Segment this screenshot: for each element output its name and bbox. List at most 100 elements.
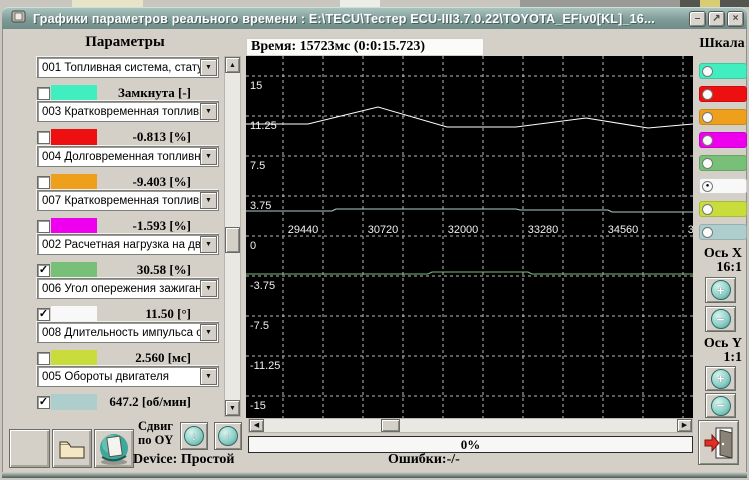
param-checkbox-002[interactable]: ✓ [37,264,50,277]
param-checkbox-007[interactable] [37,220,50,233]
scroll-left-button[interactable]: ◀ [249,419,264,432]
dropdown-arrow-icon[interactable]: ▼ [200,280,217,297]
vertical-scroll-thumb[interactable] [225,227,240,253]
scale-radio[interactable] [702,158,713,169]
y-axis-tick-label: 15 [250,80,262,92]
scale-swatch-row [699,155,747,171]
dropdown-arrow-icon[interactable]: ▼ [200,192,217,209]
scale-radio[interactable] [702,112,713,123]
dropdown-arrow-icon[interactable]: ▼ [200,368,217,385]
param-checkbox-006[interactable]: ✓ [37,308,50,321]
progress-bar: 0% [248,436,693,453]
scale-radio[interactable] [702,135,713,146]
window-title: Графики параметров реального времени : E… [33,12,687,26]
param-value-row: ✓ 647.2 [об/мин] [37,393,219,411]
param-select-label: 001 Топливная система, статус #1 [38,62,200,74]
x-axis-tick-label: 33280 [528,224,559,236]
param-select-008[interactable]: 008 Длительность импульса открыт ▼ [37,322,219,343]
x-axis-tick-label: 29440 [288,224,319,236]
window-icon [11,10,26,28]
chart-plot-area[interactable]: 1511.257.53.750-3.75-7.5-11.25-152944030… [246,56,693,418]
dropdown-arrow-icon[interactable]: ▼ [200,324,217,341]
errors-status: Ошибки:-/- [388,452,460,468]
param-select-005[interactable]: 005 Обороты двигателя ▼ [37,366,219,387]
shift-oy-label: Сдвиг по OY [138,419,180,447]
param-select-003[interactable]: 003 Кратковременная топливная ко ▼ [37,101,219,122]
param-checkbox-008[interactable] [37,352,50,365]
series-line-1 [246,209,693,212]
param-select-label: 003 Кратковременная топливная ко [38,106,200,118]
scale-radio[interactable] [702,66,713,77]
progress-value: 0% [461,437,481,453]
dropdown-arrow-icon[interactable]: ▼ [200,103,217,120]
series-line-0 [246,107,693,128]
minus-icon: − [711,309,731,329]
chart-horizontal-scrollbar[interactable]: ◀ ▶ [248,418,693,433]
axis-x-zoom-in-button[interactable]: + [705,277,736,303]
scale-swatch-row [699,132,747,148]
param-value: -0.813 [%] [97,129,219,145]
dropdown-arrow-icon[interactable]: ▼ [200,148,217,165]
shift-down-button[interactable]: ↓ [180,422,208,450]
plus-icon: + [711,369,731,389]
param-value-row: 2.560 [мс] [37,349,219,367]
shift-up-button[interactable]: ↑ [214,422,242,450]
param-value-row: -0.813 [%] [37,128,219,146]
param-select-002[interactable]: 002 Расчетная нагрузка на двигател ▼ [37,234,219,255]
dropdown-arrow-icon[interactable]: ▼ [200,236,217,253]
param-select-label: 004 Долговременная топливная кор [38,151,200,163]
down-arrow-icon: ↓ [184,426,204,446]
param-color-swatch [51,394,97,410]
param-value-row: ✓ 30.58 [%] [37,261,219,279]
exit-button[interactable] [698,420,739,465]
scale-swatch-row [699,224,747,240]
shift-label-line2: по OY [138,433,180,447]
param-checkbox-005[interactable]: ✓ [37,396,50,409]
param-color-swatch [51,218,97,234]
axis-x-zoom-out-button[interactable]: − [705,306,736,332]
y-axis-tick-label: 0 [250,240,256,252]
scale-swatch-row: ● [699,178,747,194]
param-select-001[interactable]: 001 Топливная система, статус #1 ▼ [37,57,219,78]
open-file-button[interactable] [52,429,92,468]
param-value: -1.593 [%] [97,218,219,234]
blank-tool-button[interactable] [9,429,50,468]
param-checkbox-001[interactable] [37,87,50,100]
scale-radio[interactable] [702,227,713,238]
device-label: Device: [133,452,177,467]
param-color-swatch [51,306,97,322]
scale-swatch-row [699,201,747,217]
scroll-up-button[interactable]: ▲ [225,57,240,73]
param-checkbox-003[interactable] [37,131,50,144]
horizontal-scroll-thumb[interactable] [381,419,400,432]
radio-dot-icon: ● [706,183,710,189]
scroll-down-button[interactable]: ▼ [225,400,240,416]
scale-radio[interactable]: ● [702,181,713,192]
param-value: Замкнута [-] [97,85,219,101]
minimize-button[interactable]: – [689,11,706,27]
x-axis-tick-label: 30720 [368,224,399,236]
scale-radio[interactable] [702,204,713,215]
axis-y-zoom-out-button[interactable]: − [705,393,736,418]
checkmark-icon: ✓ [39,265,48,276]
param-checkbox-004[interactable] [37,176,50,189]
chart-vertical-scrollbar[interactable]: ▲ ▼ [224,56,241,417]
close-button[interactable]: × [727,11,744,27]
param-value: 2.560 [мс] [97,350,219,366]
params-panel-title: Параметры [30,34,220,51]
param-color-swatch [51,85,97,101]
dropdown-arrow-icon[interactable]: ▼ [200,59,217,76]
param-select-004[interactable]: 004 Долговременная топливная кор ▼ [37,146,219,167]
param-select-007[interactable]: 007 Кратковременная топливная ко ▼ [37,190,219,211]
titlebar[interactable]: Графики параметров реального времени : E… [2,7,747,29]
background-app-fragment [700,0,720,7]
param-color-swatch [51,262,97,278]
scale-radio[interactable] [702,89,713,100]
app-window: Графики параметров реального времени : E… [0,0,749,480]
restore-button[interactable]: ↗ [708,11,725,27]
save-button[interactable] [94,429,134,468]
axis-y-zoom-in-button[interactable]: + [705,366,736,391]
scroll-right-button[interactable]: ▶ [677,419,692,432]
device-status: Device: Простой [133,452,234,468]
param-select-006[interactable]: 006 Угол опережения зажигания ▼ [37,278,219,299]
